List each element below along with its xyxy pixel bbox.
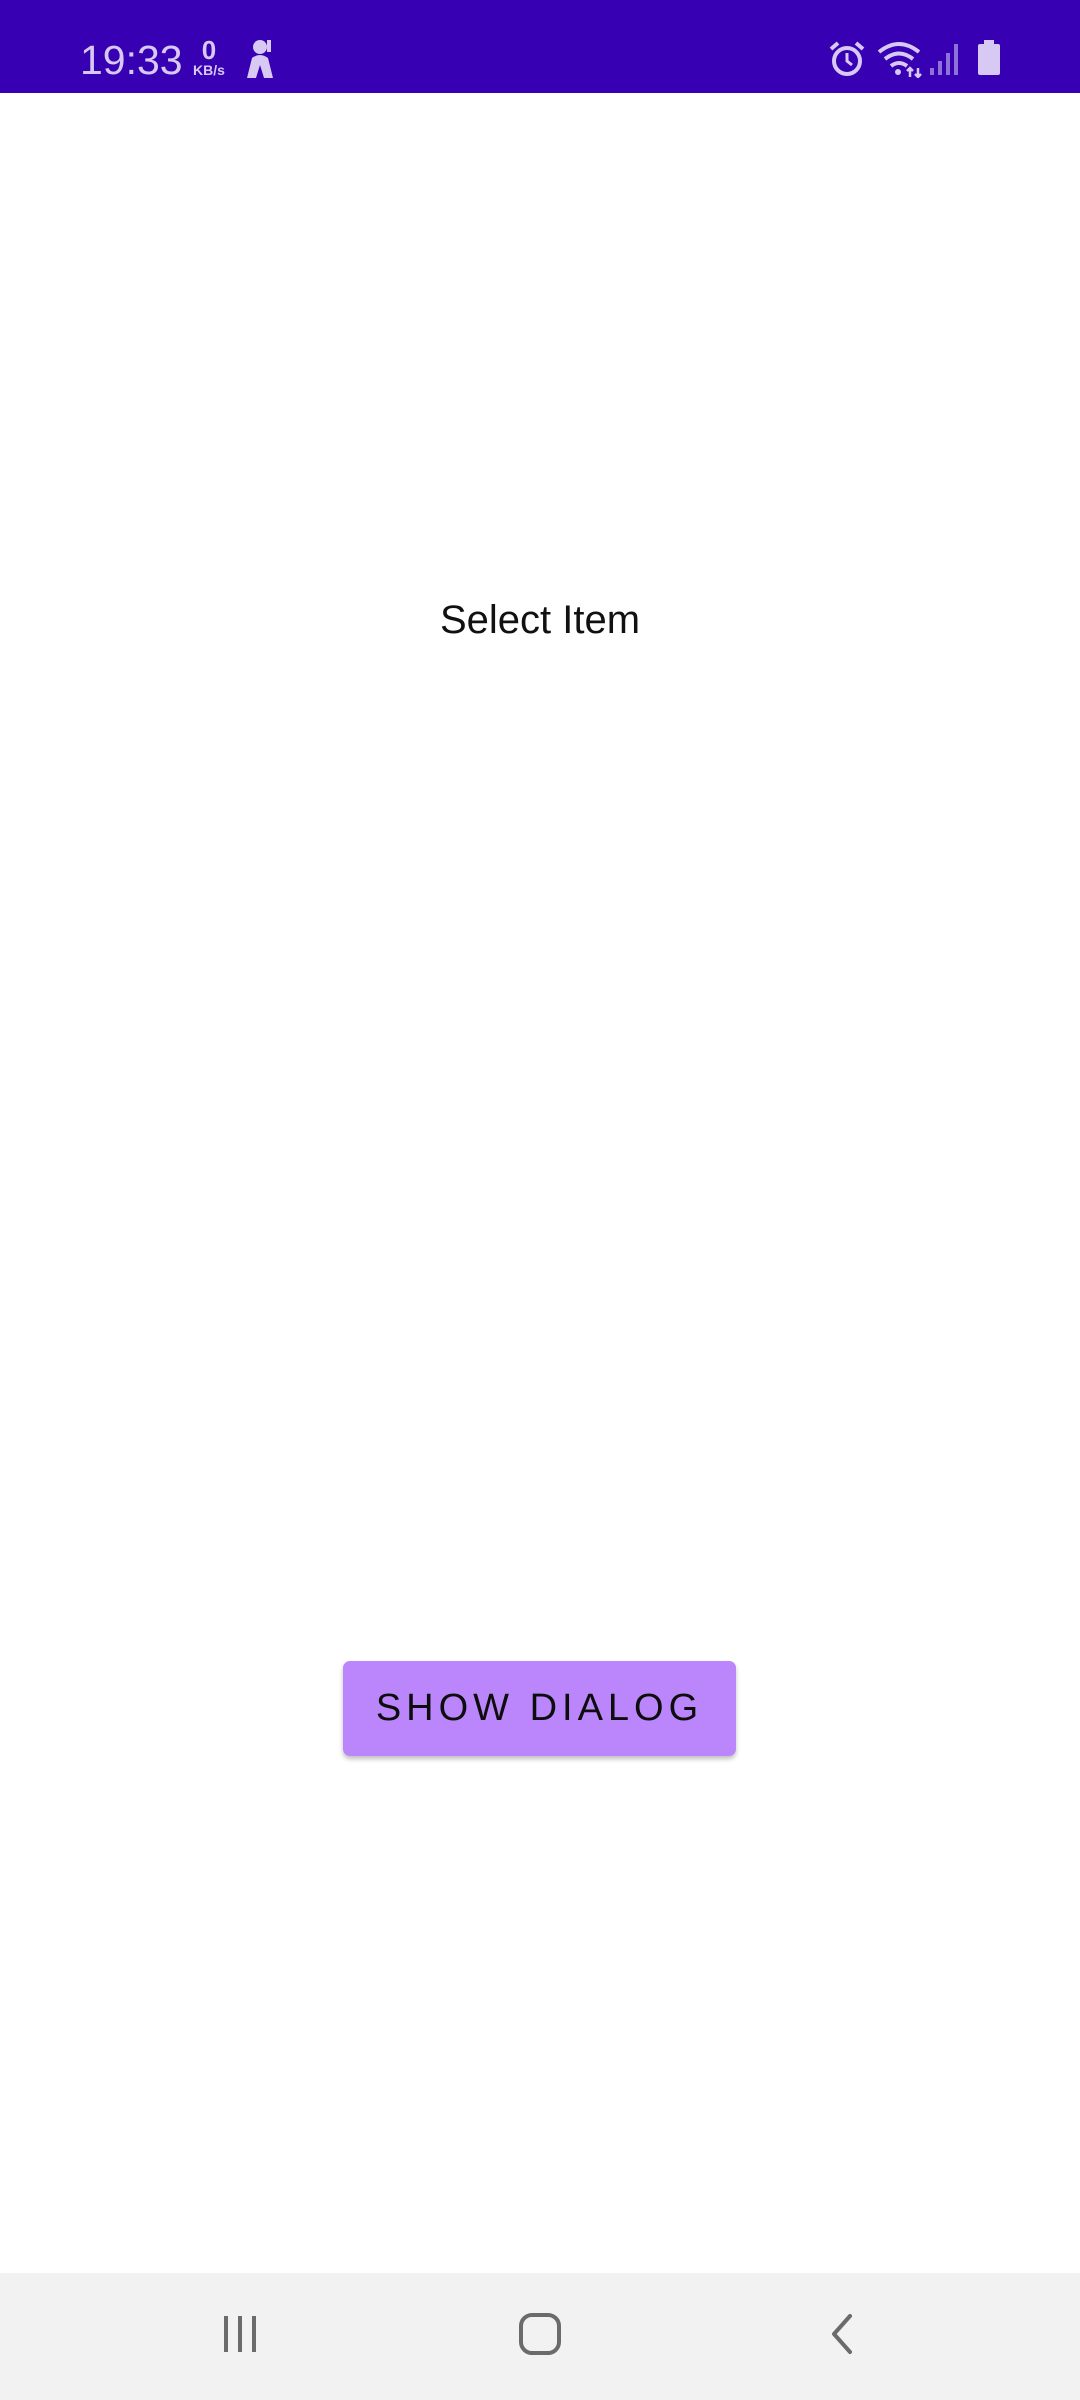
back-button[interactable] [773, 2273, 913, 2400]
battery-icon [976, 40, 1002, 81]
recent-apps-button[interactable] [170, 2273, 310, 2400]
status-time: 19:33 [80, 37, 183, 83]
navigation-bar [0, 2273, 1080, 2400]
network-speed-value: 0 [201, 35, 217, 65]
home-button[interactable] [470, 2273, 610, 2400]
select-item-text: Select Item [439, 598, 641, 642]
status-bar: 19:33 0 KB/s [0, 0, 1080, 93]
home-icon [517, 2311, 563, 2362]
recent-apps-icon [218, 2312, 262, 2361]
vpn-person-icon [240, 38, 280, 85]
network-speed: 0 KB/s [189, 35, 229, 78]
wifi-icon [876, 40, 922, 83]
signal-icon [928, 40, 962, 81]
back-icon [826, 2311, 860, 2362]
alarm-icon [828, 40, 866, 83]
network-speed-unit: KB/s [193, 62, 225, 78]
show-dialog-button[interactable]: SHOW DIALOG [343, 1661, 736, 1756]
